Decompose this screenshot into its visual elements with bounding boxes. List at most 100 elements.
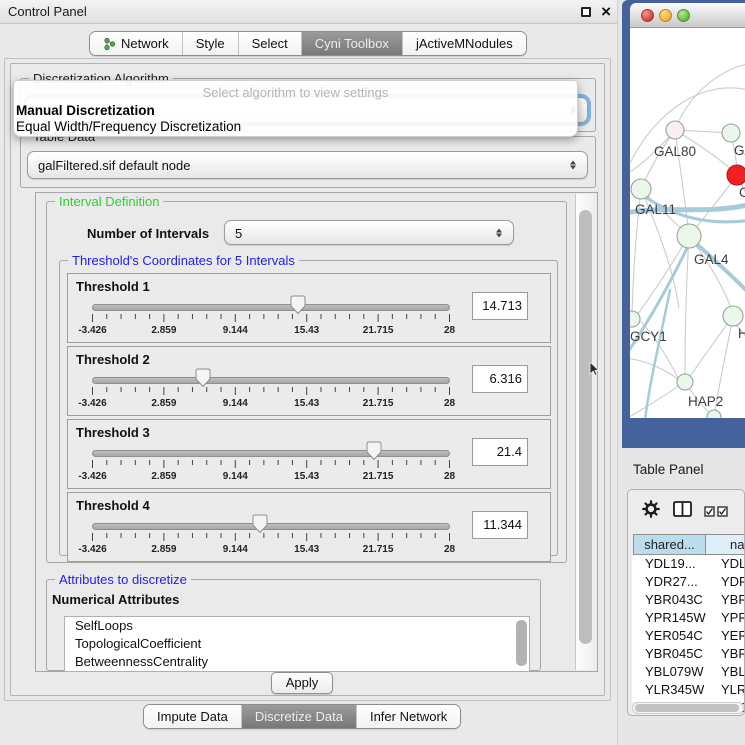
slider-track[interactable] (92, 450, 450, 457)
attributes-group-label: Attributes to discretize (55, 572, 191, 587)
table-row[interactable]: YDL19...YDL1 (632, 555, 745, 573)
slider-thumb[interactable] (366, 441, 382, 461)
threshold-panel: Threshold 3-3.4262.8599.14415.4321.71528… (67, 419, 551, 489)
name-cell: YLR3 (721, 681, 745, 699)
tab-jactivemnodules[interactable]: jActiveMNodules (402, 32, 526, 55)
slider-track[interactable] (92, 304, 450, 311)
table-data-combobox[interactable]: galFiltered.sif default node (27, 151, 588, 179)
gear-icon[interactable] (642, 500, 660, 518)
network-node-ga[interactable] (722, 124, 740, 142)
svg-text:21.715: 21.715 (363, 325, 394, 336)
number-of-intervals-value: 5 (225, 221, 513, 246)
network-node-label: GAL80 (654, 144, 696, 159)
combo-arrows-icon (569, 158, 578, 173)
apply-button[interactable]: Apply (271, 672, 333, 694)
tab-label: jActiveMNodules (416, 36, 513, 51)
threshold-value-field[interactable]: 14.713 (472, 292, 528, 320)
threshold-label: Threshold 4 (76, 498, 150, 513)
table-row[interactable]: YLR345W YLR3 (632, 681, 745, 699)
threshold-label: Threshold 1 (76, 279, 150, 294)
tab-label: Discretize Data (255, 709, 343, 724)
split-view-icon[interactable] (673, 501, 692, 517)
scrollbar-thumb[interactable] (635, 704, 739, 712)
scrollbar-thumb[interactable] (579, 210, 592, 644)
svg-text:15.43: 15.43 (294, 398, 319, 409)
checked-checkbox-icon[interactable] (717, 506, 728, 517)
zoom-light-icon[interactable] (677, 9, 690, 22)
algorithm-option[interactable]: Manual Discretization (16, 103, 155, 118)
interval-definition-group: Interval Definition Number of Intervals … (46, 201, 567, 563)
mouse-cursor (589, 362, 599, 377)
svg-text:9.144: 9.144 (223, 325, 248, 336)
tab-infer-network[interactable]: Infer Network (356, 705, 460, 728)
numerical-attributes-list[interactable]: SelfLoopsTopologicalCoefficientBetweenne… (64, 616, 530, 672)
network-view-window: GAL80GACGAL11GAL4GCY1HHAP2 (622, 0, 745, 448)
column-header-shared-name[interactable]: shared... (633, 534, 706, 555)
table-row[interactable]: YER054CYER0 (632, 627, 745, 645)
horizontal-scrollbar[interactable] (632, 702, 744, 714)
table-panel-bar: Table Panel (622, 455, 745, 485)
threshold-value-field[interactable]: 11.344 (472, 511, 528, 539)
tab-cyni-toolbox[interactable]: Cyni Toolbox (301, 32, 402, 55)
slider-track[interactable] (92, 377, 450, 384)
network-node-gal11[interactable] (631, 179, 651, 199)
minimize-light-icon[interactable] (659, 9, 672, 22)
tab-style[interactable]: Style (182, 32, 238, 55)
close-light-icon[interactable] (641, 9, 654, 22)
slider-thumb[interactable] (195, 368, 211, 388)
network-node-gal4[interactable] (677, 224, 701, 248)
svg-text:-3.426: -3.426 (78, 544, 107, 555)
name-cell: YPR1 (721, 609, 745, 627)
attribute-list-item[interactable]: TopologicalCoefficient (65, 635, 529, 653)
svg-text:9.144: 9.144 (223, 398, 248, 409)
shared-name-cell: YLR345W (645, 681, 704, 699)
slider-thumb[interactable] (252, 514, 268, 534)
network-canvas: GAL80GACGAL11GAL4GCY1HHAP2 (630, 28, 745, 418)
algorithm-option[interactable]: Equal Width/Frequency Discretization (16, 119, 241, 134)
algorithm-popup-placeholder: Select algorithm to view settings (14, 85, 577, 100)
table-row[interactable]: YBR045CYBR0 (632, 645, 745, 663)
network-node-gal80[interactable] (666, 121, 684, 139)
table-body[interactable]: YDL19...YDL1YDR27...YDR2YBR043CYBR0YPR14… (632, 555, 744, 702)
cyni-mode-tabs: Impute Data Discretize Data Infer Network (143, 704, 461, 729)
tab-network[interactable]: Network (90, 32, 182, 55)
tab-label: Select (252, 36, 288, 51)
number-of-intervals-combobox[interactable]: 5 (224, 220, 514, 245)
attribute-list-item[interactable]: BetweennessCentrality (65, 653, 529, 671)
threshold-value-field[interactable]: 21.4 (472, 438, 528, 466)
table-row[interactable]: YBL079WYBL0 (632, 663, 745, 681)
tab-select[interactable]: Select (238, 32, 301, 55)
checked-checkbox-icon[interactable] (704, 506, 715, 517)
column-header-name[interactable]: name (705, 534, 745, 555)
vertical-scrollbar[interactable] (575, 194, 596, 670)
slider-ticks: -3.4262.8599.14415.4321.71528 (68, 312, 538, 336)
svg-text:2.859: 2.859 (151, 544, 176, 555)
network-node-hap2[interactable] (677, 374, 693, 390)
tab-label: Cyni Toolbox (315, 36, 389, 51)
table-row[interactable]: YPR145WYPR1 (632, 609, 745, 627)
slider-thumb[interactable] (290, 295, 306, 315)
attribute-list-item[interactable]: SelfLoops (65, 617, 529, 635)
shared-name-cell: YER054C (645, 627, 703, 645)
tab-impute-data[interactable]: Impute Data (144, 705, 241, 728)
network-node-c[interactable] (727, 165, 745, 185)
network-node-label: GCY1 (630, 329, 667, 344)
svg-text:21.715: 21.715 (363, 471, 394, 482)
network-edge-thick (645, 290, 670, 418)
threshold-value-field[interactable]: 6.316 (472, 365, 528, 393)
float-window-icon[interactable] (581, 7, 591, 17)
network-node-h[interactable] (723, 306, 743, 326)
network-edge (685, 236, 689, 375)
network-node[interactable] (707, 410, 721, 418)
close-icon[interactable]: × (601, 1, 611, 23)
thresholds-group-label: Threshold's Coordinates for 5 Intervals (68, 253, 299, 268)
slider-track[interactable] (92, 523, 450, 530)
shared-name-cell: YBR043C (645, 591, 703, 609)
tab-discretize-data[interactable]: Discretize Data (241, 705, 356, 728)
table-row[interactable]: YBR043CYBR0 (632, 591, 745, 609)
control-panel-tabs: NetworkStyle Select Cyni Toolbox jActiveMNo… (89, 31, 527, 56)
list-scrollbar[interactable] (516, 620, 527, 666)
table-row[interactable]: YDR27...YDR2 (632, 573, 745, 591)
svg-text:21.715: 21.715 (363, 398, 394, 409)
tab-label: Infer Network (370, 709, 447, 724)
